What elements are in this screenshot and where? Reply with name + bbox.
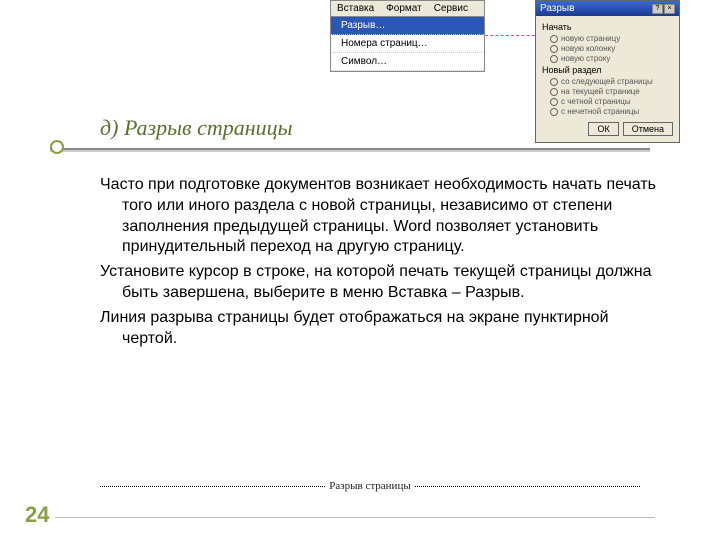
radio-option[interactable]: со следующей страницы [550, 77, 673, 86]
paragraph: Установите курсор в строке, на которой п… [100, 262, 660, 304]
page-title: д) Разрыв страницы [100, 115, 293, 141]
radio-option[interactable]: на текущей странице [550, 87, 673, 96]
radio-option[interactable]: с четной страницы [550, 97, 673, 106]
menu-item-break[interactable]: Разрыв… [331, 17, 484, 35]
body-text: Часто при подготовке документов возникае… [100, 175, 660, 353]
connector-line [485, 35, 540, 36]
menu-bar-item: Вставка [331, 1, 380, 16]
close-icon[interactable]: × [664, 4, 675, 14]
radio-option[interactable]: новую колонку [550, 44, 673, 53]
paragraph: Линия разрыва страницы будет отображатьс… [100, 308, 660, 350]
radio-option[interactable]: с нечетной страницы [550, 107, 673, 116]
page-break-label: Разрыв страницы [325, 480, 414, 492]
group-label: Новый раздел [542, 65, 673, 75]
menu-item-pagenum[interactable]: Номера страниц… [331, 35, 484, 53]
group-label: Начать [542, 22, 673, 32]
dialog-body: Начать новую страницу новую колонку нову… [536, 16, 679, 142]
cancel-button[interactable]: Отмена [623, 122, 673, 136]
menu-list: Разрыв… Номера страниц… Символ… [331, 17, 484, 71]
break-dialog: Разрыв ? × Начать новую страницу новую к… [535, 0, 680, 143]
help-icon[interactable]: ? [652, 4, 663, 14]
dialog-titlebar: Разрыв ? × [536, 1, 679, 16]
radio-option[interactable]: новую строку [550, 54, 673, 63]
menu-bar-item: Формат [380, 1, 428, 16]
menu-item-symbol[interactable]: Символ… [331, 53, 484, 71]
title-bullet-icon [50, 140, 64, 154]
paragraph: Часто при подготовке документов возникае… [100, 175, 660, 258]
menu-bar-item: Сервис [428, 1, 474, 16]
radio-option[interactable]: новую страницу [550, 34, 673, 43]
ok-button[interactable]: ОК [588, 122, 618, 136]
footer-line [55, 517, 655, 518]
menu-bar: Вставка Формат Сервис [331, 1, 484, 17]
title-underline [50, 148, 650, 150]
menu-screenshot: Вставка Формат Сервис Разрыв… Номера стр… [330, 0, 485, 72]
dialog-title-text: Разрыв [540, 3, 574, 14]
page-break-indicator: Разрыв страницы [100, 480, 640, 492]
page-number: 24 [25, 502, 49, 528]
